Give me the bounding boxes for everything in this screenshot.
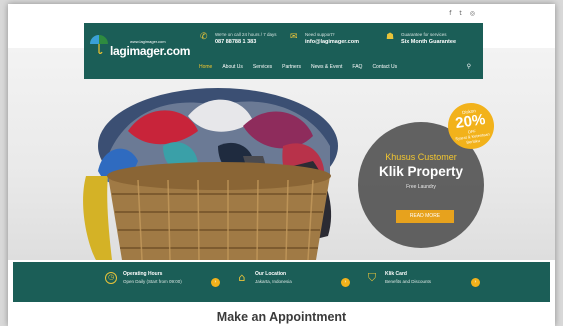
tag-icon: ⛉ xyxy=(367,270,377,284)
logo-brand: lagimager.com xyxy=(110,44,191,58)
card-text: Benefits and Discounts xyxy=(385,279,432,284)
info-location: ⌂ Our Location Jakarta, Indonesia xyxy=(235,270,292,285)
nav-about-us[interactable]: About Us xyxy=(217,64,248,70)
top-bar: f t ◎ xyxy=(8,4,555,24)
promo-subtitle: Khusus Customer xyxy=(385,152,457,162)
contact-call: ✆ We're on call 24 hours / 7 days 087 88… xyxy=(200,32,277,46)
facebook-icon[interactable]: f xyxy=(449,10,451,17)
nav-news-event[interactable]: News & Event xyxy=(306,64,347,70)
support-email[interactable]: info@lagimager.com xyxy=(305,38,359,46)
header-bar: www.lagimager.com lagimager.com ✆ We're … xyxy=(84,23,483,79)
nav-services[interactable]: Services xyxy=(248,64,277,70)
read-more-button[interactable]: READ MORE xyxy=(396,210,454,223)
nav-faq[interactable]: FAQ xyxy=(347,64,367,70)
nav-contact-us[interactable]: Contact Us xyxy=(367,64,402,70)
promo-title: Klik Property xyxy=(378,164,464,179)
hours-title: Operating Hours xyxy=(123,271,163,277)
phone-icon: ✆ xyxy=(200,32,208,42)
site-logo[interactable]: www.lagimager.com lagimager.com xyxy=(88,33,191,65)
nav-partners[interactable]: Partners xyxy=(277,64,306,70)
card-title: Klik Card xyxy=(385,271,407,277)
hours-arrow-icon[interactable]: › xyxy=(211,278,220,287)
info-card: ⛉ Klik Card Benefits and Discounts xyxy=(365,270,431,285)
location-text: Jakarta, Indonesia xyxy=(255,279,292,284)
home-icon: ⌂ xyxy=(238,270,246,284)
bag-icon: ☗ xyxy=(386,32,395,42)
contact-guarantee: ☗ Guarantee for services Six Month Guara… xyxy=(386,32,456,46)
card-arrow-icon[interactable]: › xyxy=(471,278,480,287)
umbrella-icon xyxy=(90,35,108,54)
envelope-icon: ✉ xyxy=(290,32,298,42)
laundry-basket-image xyxy=(83,88,338,260)
call-number[interactable]: 087 88788 1 383 xyxy=(215,38,277,46)
main-nav: Home About Us Services Partners News & E… xyxy=(194,64,402,70)
instagram-icon[interactable]: ◎ xyxy=(470,10,475,17)
location-arrow-icon[interactable]: › xyxy=(341,278,350,287)
page-frame: f t ◎ Khusus Customer Klik Property Free… xyxy=(8,4,555,326)
guarantee-value: Six Month Guarantee xyxy=(401,39,457,45)
search-icon[interactable]: ⚲ xyxy=(467,63,471,70)
location-title: Our Location xyxy=(255,271,287,277)
info-hours: ◷ Operating Hours Open Daily (Start from… xyxy=(105,270,182,285)
hero-section: Khusus Customer Klik Property Free Laund… xyxy=(8,48,555,260)
twitter-icon[interactable]: t xyxy=(459,10,461,17)
promo-tagline: Free Laundry xyxy=(406,184,436,190)
nav-home[interactable]: Home xyxy=(194,64,217,70)
section-title: Make an Appointment xyxy=(216,310,347,324)
social-links: f t ◎ xyxy=(449,10,475,17)
info-bar: ◷ Operating Hours Open Daily (Start from… xyxy=(13,262,550,302)
clock-icon: ◷ xyxy=(105,271,117,284)
discount-badge: Diskon 20% OFF Syarat & Ketentuan Berlak… xyxy=(445,100,497,152)
contact-support: ✉ Need support? info@lagimager.com xyxy=(290,32,359,46)
hours-text: Open Daily (Start from 09:00) xyxy=(123,279,182,284)
